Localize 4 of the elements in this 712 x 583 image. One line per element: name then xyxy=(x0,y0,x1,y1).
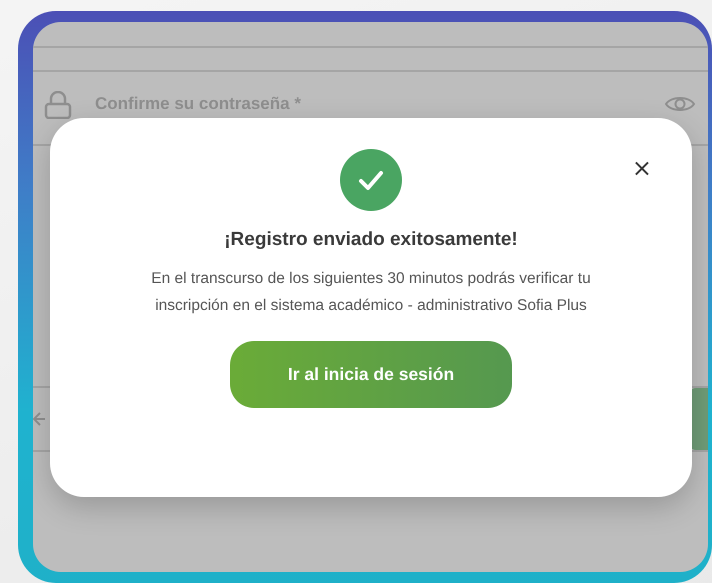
close-button[interactable]: × xyxy=(632,156,652,180)
login-button[interactable]: Ir al inicia de sesión xyxy=(230,341,512,408)
dialog-title: ¡Registro enviado exitosamente! xyxy=(224,229,518,251)
dialog-message: En el transcurso de los siguientes 30 minutos podrás verificar tu inscripción en el sistema académico - administrativo Sofia Plus xyxy=(150,269,592,316)
